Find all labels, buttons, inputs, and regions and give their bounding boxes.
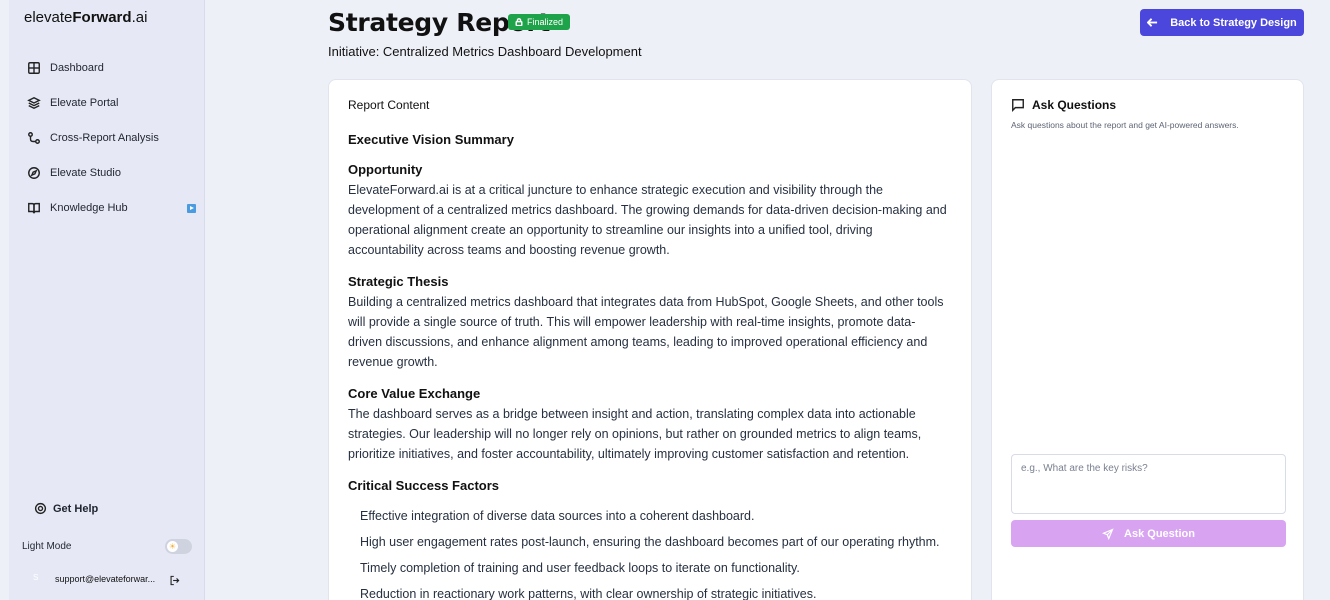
sidebar-item-label: Elevate Studio <box>50 167 121 179</box>
sidebar: elevateForward.ai Dashboard Elevate Port… <box>9 0 205 600</box>
ask-question-label: Ask Question <box>1124 527 1195 540</box>
avatar: S <box>33 573 39 582</box>
app-logo[interactable]: elevateForward.ai <box>24 9 147 26</box>
book-icon <box>26 200 42 216</box>
section-title: Critical Success Factors <box>348 478 500 493</box>
ask-questions-card: Ask Questions Ask questions about the re… <box>991 79 1304 600</box>
report-section: Opportunity ElevateForward.ai is at a cr… <box>348 160 948 260</box>
status-badge-label: Finalized <box>527 17 564 27</box>
sidebar-item-dashboard[interactable]: Dashboard <box>26 56 196 80</box>
section-body: Building a centralized metrics dashboard… <box>348 295 944 369</box>
get-help-button[interactable]: Get Help <box>34 502 98 515</box>
back-to-strategy-design-button[interactable]: Back to Strategy Design <box>1140 9 1304 36</box>
logo-bold: Forward <box>72 9 132 26</box>
sidebar-item-label: Dashboard <box>50 62 104 74</box>
success-factors-list: Effective integration of diverse data so… <box>348 506 948 600</box>
user-account: S support@elevateforwar... <box>33 573 155 585</box>
page-subtitle: Initiative: Centralized Metrics Dashboar… <box>328 44 642 59</box>
section-body: The dashboard serves as a bridge between… <box>348 407 922 461</box>
sidebar-item-elevate-studio[interactable]: Elevate Studio <box>26 161 196 185</box>
logo-prefix: elevate <box>24 9 73 26</box>
light-mode-label: Light Mode <box>22 541 72 552</box>
play-badge-icon <box>187 203 196 213</box>
ask-questions-header: Ask Questions <box>1011 98 1116 112</box>
arrow-left-icon <box>1147 18 1158 27</box>
question-input[interactable] <box>1011 454 1286 514</box>
list-item: High user engagement rates post-launch, … <box>360 535 940 549</box>
ask-questions-description: Ask questions about the report and get A… <box>1011 120 1239 130</box>
section-body: ElevateForward.ai is at a critical junct… <box>348 183 947 257</box>
status-badge: Finalized <box>508 14 571 30</box>
route-icon <box>26 130 42 146</box>
sidebar-item-knowledge-hub[interactable]: Knowledge Hub <box>26 196 196 220</box>
get-help-label: Get Help <box>53 502 99 515</box>
sidebar-item-label: Knowledge Hub <box>50 202 128 214</box>
lock-icon <box>515 18 523 26</box>
compass-icon <box>26 165 42 181</box>
theme-toggle[interactable]: ☀ <box>165 539 192 554</box>
report-heading: Executive Vision Summary <box>348 132 514 147</box>
back-button-label: Back to Strategy Design <box>1170 16 1297 29</box>
section-title: Opportunity <box>348 162 423 177</box>
user-email: support@elevateforwar... <box>55 574 156 584</box>
report-section: Core Value Exchange The dashboard serves… <box>348 384 948 464</box>
sidebar-item-label: Cross-Report Analysis <box>50 132 159 144</box>
send-icon <box>1102 527 1114 540</box>
lifebuoy-icon <box>34 502 47 515</box>
section-title: Strategic Thesis <box>348 274 449 289</box>
sun-icon: ☀ <box>167 541 178 552</box>
app-root: elevateForward.ai Dashboard Elevate Port… <box>0 0 1330 600</box>
sidebar-item-cross-report-analysis[interactable]: Cross-Report Analysis <box>26 126 196 150</box>
logo-suffix: .ai <box>131 9 148 26</box>
section-title: Core Value Exchange <box>348 386 481 401</box>
sidebar-item-label: Elevate Portal <box>50 97 119 109</box>
report-content-label: Report Content <box>348 98 430 112</box>
report-content: Executive Vision Summary Opportunity Ele… <box>348 130 948 600</box>
layers-icon <box>26 95 42 111</box>
list-item: Reduction in reactionary work patterns, … <box>360 587 817 600</box>
report-section: Critical Success Factors Effective integ… <box>348 476 948 600</box>
ask-question-button[interactable]: Ask Question <box>1011 520 1286 547</box>
list-item: Effective integration of diverse data so… <box>360 509 755 523</box>
sidebar-item-elevate-portal[interactable]: Elevate Portal <box>26 91 196 115</box>
report-card: Report Content Executive Vision Summary … <box>328 79 972 600</box>
grid-icon <box>26 60 42 76</box>
ask-questions-title: Ask Questions <box>1032 98 1117 112</box>
report-section: Strategic Thesis Building a centralized … <box>348 272 948 372</box>
list-item: Timely completion of training and user f… <box>360 561 800 575</box>
logout-icon[interactable] <box>169 573 181 586</box>
message-square-icon <box>1012 99 1024 112</box>
